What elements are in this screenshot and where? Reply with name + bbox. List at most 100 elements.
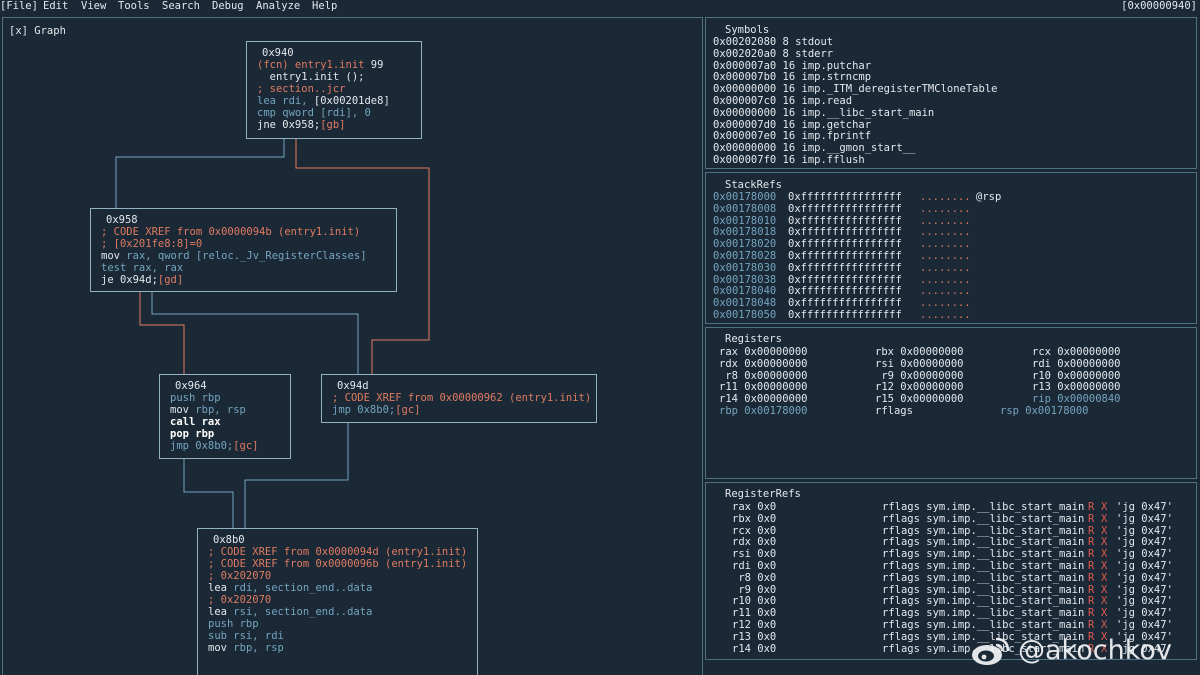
symbol-row: 0x00000000 16 imp._ITM_deregisterTMClone… bbox=[713, 83, 998, 96]
asm-line: call rax bbox=[170, 416, 221, 428]
stack-address: 0x00178028 bbox=[713, 250, 777, 262]
asm-line: pop rbp bbox=[170, 428, 215, 440]
asm-line: jmp 0x8b0;[gc] bbox=[332, 404, 421, 416]
stack-value: 0xffffffffffffffff bbox=[788, 214, 902, 227]
edge-964-8b0 bbox=[183, 458, 234, 529]
register-cell: r10 0x00000000 bbox=[1032, 369, 1121, 382]
asm-line: ; 0x202070 bbox=[208, 594, 272, 606]
symbol-row: 0x000007b0 16 imp.strncmp bbox=[713, 71, 872, 84]
stack-address: 0x00178008 bbox=[713, 202, 777, 215]
asm-line: sub rsi, rdi bbox=[208, 630, 284, 642]
regref-register: rax 0x0 bbox=[732, 501, 777, 513]
regref-perm-r: R bbox=[1088, 548, 1095, 561]
regref-register: r14 0x0 bbox=[732, 642, 777, 655]
regref-register: r10 0x0 bbox=[732, 595, 777, 608]
symbol-row: 0x00000000 16 imp.__gmon_start__ bbox=[713, 142, 916, 155]
asm-line: cmp qword [rdi], 0 bbox=[257, 107, 371, 119]
register-cell: r15 0x00000000 bbox=[875, 393, 964, 406]
regref-register: rbx 0x0 bbox=[732, 512, 777, 525]
regref-target: rflags sym.imp.__libc_start_main bbox=[882, 548, 1085, 561]
asm-line: mov rbp, rsp bbox=[208, 642, 284, 654]
regref-value: 'jg 0x47' bbox=[1116, 512, 1173, 525]
stack-address: 0x00178050 bbox=[713, 309, 777, 321]
register-cell: r8 0x00000000 bbox=[719, 369, 808, 382]
regref-register: rcx 0x0 bbox=[732, 524, 777, 537]
asm-line: push rbp bbox=[170, 392, 221, 404]
stack-address: 0x00178048 bbox=[713, 297, 777, 310]
graph-node-0x940[interactable]: 0x940 (fcn) entry1.init 99 entry1.init (… bbox=[246, 41, 422, 139]
graph-node-0x958[interactable]: 0x958 ; CODE XREF from 0x0000094b (entry… bbox=[90, 208, 397, 292]
asm-line: ; CODE XREF from 0x0000096b (entry1.init… bbox=[208, 558, 468, 570]
stack-value: 0xffffffffffffffff bbox=[788, 309, 902, 321]
asm-line: lea rdi, section_end..data bbox=[208, 582, 373, 594]
regref-register: r9 0x0 bbox=[732, 583, 777, 596]
symbol-row: 0x00000000 16 imp.__libc_start_main bbox=[713, 106, 935, 119]
regref-target: rflags sym.imp.__libc_start_main bbox=[882, 512, 1085, 525]
regref-perm-x: X bbox=[1101, 619, 1108, 631]
regref-perm-x: X bbox=[1101, 536, 1108, 549]
registers-panel[interactable]: Registers rax 0x00000000 rbx 0x00000000 rc… bbox=[705, 327, 1197, 479]
regref-perm-r: R bbox=[1088, 512, 1095, 525]
symbol-row: 0x000007e0 16 imp.fprintf bbox=[713, 130, 872, 143]
node-header: 0x94d bbox=[337, 380, 369, 392]
register-cell: rax 0x00000000 bbox=[719, 346, 808, 358]
register-cell: rip 0x00000840 bbox=[1032, 393, 1121, 406]
regref-perm-x: X bbox=[1101, 501, 1108, 513]
registerrefs-title[interactable]: RegisterRefs bbox=[725, 488, 801, 500]
regref-value: 'jg 0x47' bbox=[1116, 501, 1173, 513]
symbols-panel[interactable]: Symbols 0x00202080 8 stdout 0x002020a0 8 … bbox=[705, 17, 1197, 169]
regref-target: rflags sym.imp.__libc_start_main bbox=[882, 536, 1085, 549]
stackrefs-title[interactable]: StackRefs bbox=[725, 179, 782, 191]
graph-node-0x94d[interactable]: 0x94d ; CODE XREF from 0x00000962 (entry… bbox=[321, 374, 597, 423]
regref-value: 'jg 0x47' bbox=[1116, 571, 1173, 584]
regref-value: 'jg 0x47' bbox=[1116, 524, 1173, 537]
regref-perm-x: X bbox=[1101, 607, 1108, 620]
stack-value: 0xffffffffffffffff bbox=[788, 238, 902, 251]
regref-target: rflags sym.imp.__libc_start_main bbox=[882, 501, 1085, 513]
regref-value: 'jg 0x47' bbox=[1116, 548, 1173, 561]
regref-target: rflags sym.imp.__libc_start_main bbox=[882, 571, 1085, 584]
asm-line: test rax, rax bbox=[101, 262, 184, 274]
regref-value: 'jg 0x47' bbox=[1116, 560, 1173, 572]
register-cell: r9 0x00000000 bbox=[875, 369, 964, 382]
stack-value: 0xffffffffffffffff bbox=[788, 261, 902, 274]
symbols-title[interactable]: Symbols bbox=[725, 24, 769, 36]
symbol-row: 0x000007d0 16 imp.getchar bbox=[713, 118, 872, 131]
registers-title[interactable]: Registers bbox=[725, 333, 782, 345]
symbol-row: 0x000007a0 16 imp.putchar bbox=[713, 59, 872, 72]
edge-958-94d bbox=[151, 291, 359, 375]
regref-perm-r: R bbox=[1088, 571, 1095, 584]
graph-node-0x8b0[interactable]: 0x8b0 ; CODE XREF from 0x0000094d (entry… bbox=[197, 528, 478, 675]
asm-line: lea rdi, [0x00201de8] bbox=[257, 95, 390, 107]
regref-value: 'jg 0x47' bbox=[1116, 536, 1173, 549]
stack-value: 0xffffffffffffffff bbox=[788, 285, 902, 298]
asm-line: ; CODE XREF from 0x00000962 (entry1.init… bbox=[332, 392, 592, 404]
regref-register: r8 0x0 bbox=[732, 571, 777, 584]
asm-line: entry1.init (); bbox=[257, 71, 365, 83]
regref-perm-x: X bbox=[1101, 512, 1108, 525]
stack-ascii: ........ bbox=[920, 297, 971, 310]
register-cell: rdi 0x00000000 bbox=[1032, 357, 1121, 370]
stackrefs-panel[interactable]: StackRefs 0x00178000 0xffffffffffffffff..… bbox=[705, 172, 1197, 324]
register-cell: rbx 0x00000000 bbox=[875, 346, 964, 358]
stack-ref: @rsp bbox=[976, 191, 1002, 203]
regref-perm-x: X bbox=[1101, 524, 1108, 537]
symbol-row: 0x000007f0 16 imp.fflush bbox=[713, 154, 865, 166]
stack-ascii: ........ bbox=[920, 250, 971, 262]
edge-958-964 bbox=[139, 291, 185, 375]
watermark-handle: @akochkov bbox=[1018, 635, 1172, 666]
regref-perm-r: R bbox=[1088, 607, 1095, 620]
register-cell: rdx 0x00000000 bbox=[719, 357, 808, 370]
graph-node-0x964[interactable]: 0x964 push rbp mov rbp, rsp call rax pop… bbox=[159, 374, 291, 459]
regref-perm-x: X bbox=[1101, 583, 1108, 596]
stack-value: 0xffffffffffffffff bbox=[788, 273, 902, 286]
stack-address: 0x00178000 bbox=[713, 191, 777, 203]
asm-line: ; section..jcr bbox=[257, 83, 346, 95]
stack-value: 0xffffffffffffffff bbox=[788, 191, 902, 203]
node-header: 0x940 bbox=[262, 47, 294, 59]
regref-target: rflags sym.imp.__libc_start_main bbox=[882, 607, 1085, 620]
register-cell: r12 0x00000000 bbox=[875, 381, 964, 394]
stack-address: 0x00178020 bbox=[713, 238, 777, 251]
regref-target: rflags sym.imp.__libc_start_main bbox=[882, 619, 1085, 631]
asm-line: ; CODE XREF from 0x0000094b (entry1.init… bbox=[101, 226, 361, 238]
